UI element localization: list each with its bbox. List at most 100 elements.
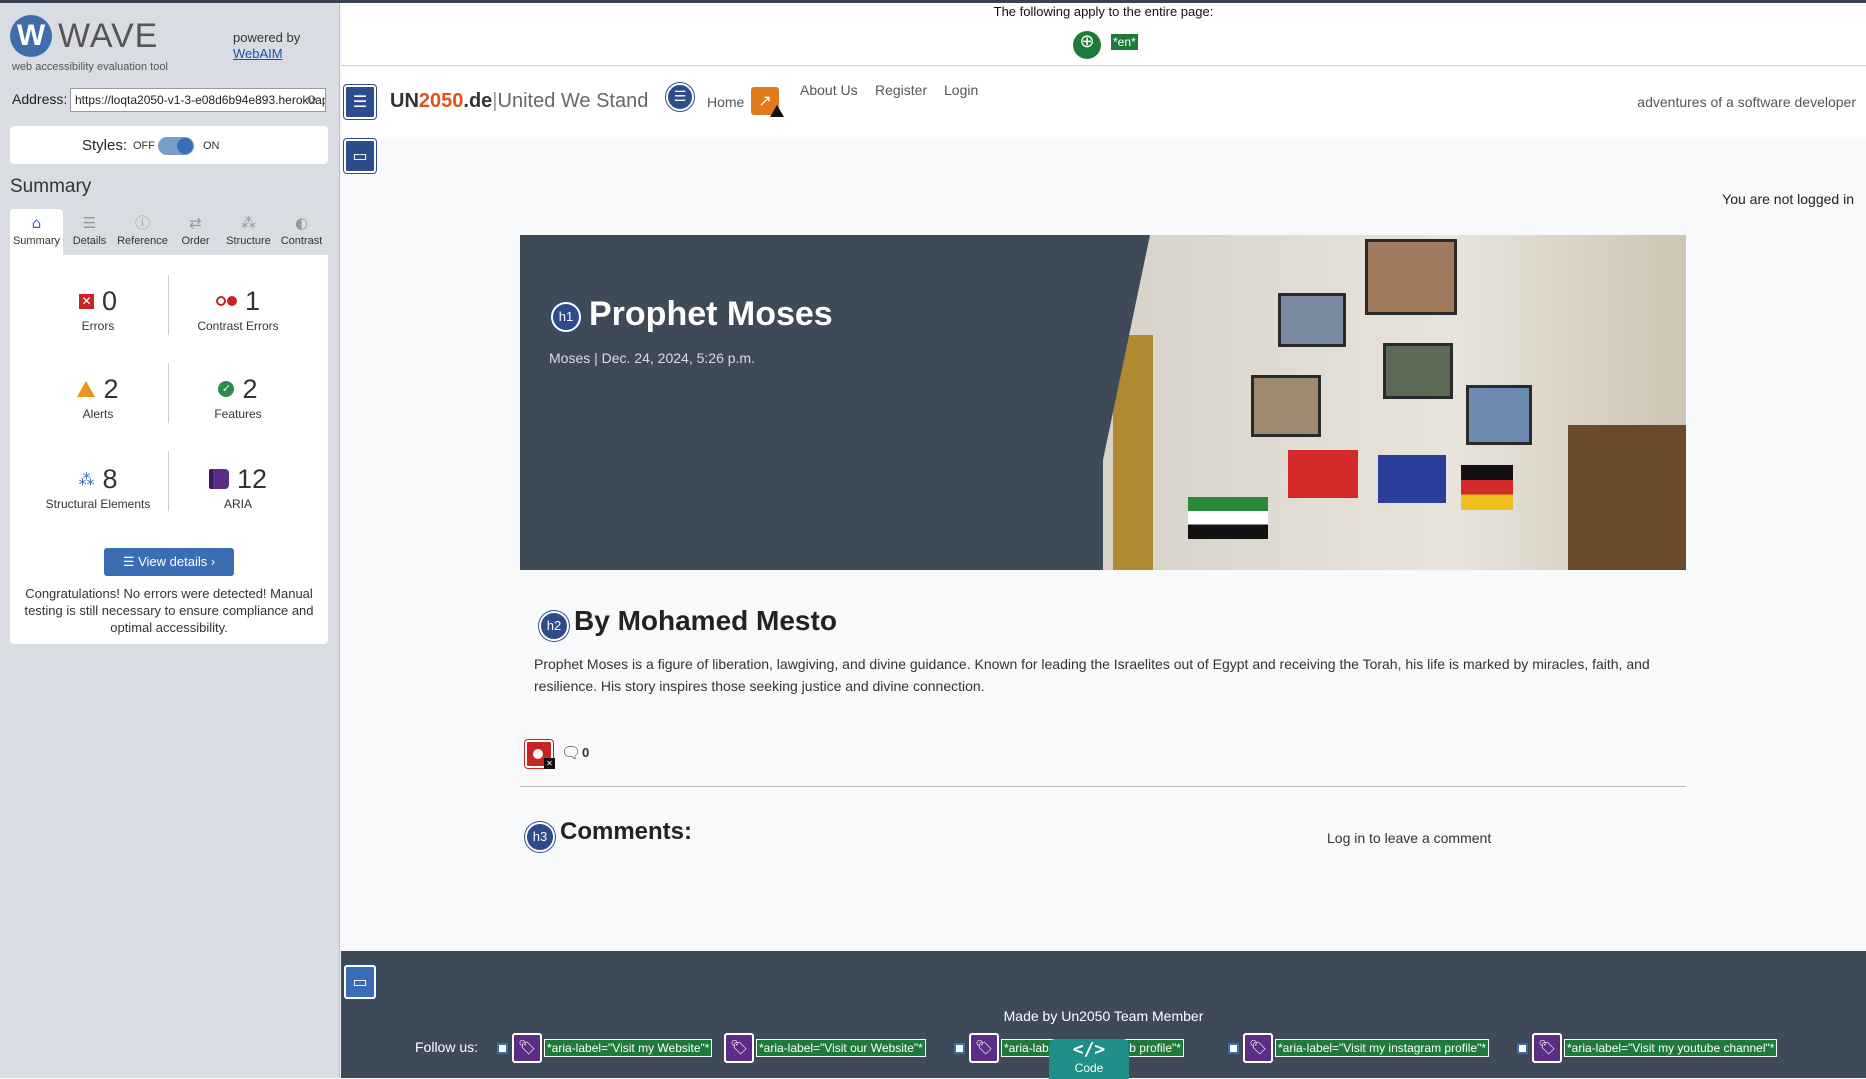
nav-register[interactable]: Register bbox=[875, 82, 927, 98]
wave-tabs: ⌂ Summary ☰ Details ⓘ Reference ⇄ Order ⁂ Str… bbox=[10, 209, 328, 255]
stat-value: 0 bbox=[101, 285, 118, 316]
styles-off-label: OFF bbox=[133, 140, 155, 152]
alert-icon bbox=[770, 105, 784, 117]
login-to-comment-link[interactable]: Log in to leave a comment bbox=[1327, 830, 1491, 846]
follow-us-label: Follow us: bbox=[415, 1039, 479, 1055]
frame-image bbox=[1383, 343, 1453, 399]
social-link-youtube[interactable]: 🏷 *aria-label="Visit my youtube channel"… bbox=[1517, 1031, 1778, 1065]
stat-errors[interactable]: ✕ 0 Errors bbox=[28, 285, 168, 333]
heading-h2-icon[interactable]: h2 bbox=[539, 611, 569, 641]
code-icon: </> bbox=[1072, 1039, 1106, 1060]
link-icon bbox=[1228, 1042, 1239, 1054]
tab-details[interactable]: ☰ Details bbox=[63, 209, 116, 255]
brand-de: .de bbox=[463, 90, 493, 112]
styles-toggle[interactable] bbox=[158, 137, 194, 155]
heading-h1-icon[interactable]: h1 bbox=[551, 302, 581, 332]
globe-icon[interactable]: ⊕ bbox=[1073, 31, 1101, 59]
tab-structure[interactable]: ⁂ Structure bbox=[222, 209, 275, 255]
link-icon bbox=[954, 1042, 965, 1054]
stat-label: Alerts bbox=[82, 407, 114, 421]
stat-features[interactable]: ✓ 2 Features bbox=[168, 373, 308, 422]
view-details-button[interactable]: ☰ View details › bbox=[104, 548, 234, 576]
aria-label-badge: *aria-label="Visit my youtube channel"* bbox=[1564, 1039, 1778, 1057]
stat-aria[interactable]: 12 ARIA bbox=[168, 463, 308, 511]
contrast-error-icon bbox=[215, 296, 237, 306]
divider bbox=[520, 786, 1686, 787]
stat-value: 8 bbox=[102, 463, 118, 494]
structure-icon: ⁂ bbox=[78, 469, 95, 489]
brand-num: 2050 bbox=[418, 90, 464, 112]
social-link-website[interactable]: 🏷 *aria-label="Visit my Website"* bbox=[497, 1031, 713, 1065]
page-info-text: The following apply to the entire page: bbox=[993, 4, 1214, 19]
stat-value: 1 bbox=[244, 285, 261, 316]
frame-image bbox=[1466, 385, 1532, 445]
hero-banner: h1 Prophet Moses Moses | Dec. 24, 2024, … bbox=[520, 235, 1686, 570]
info-icon: ⓘ bbox=[134, 214, 150, 232]
shelf-image bbox=[1568, 425, 1686, 570]
tab-label: Structure bbox=[226, 235, 271, 247]
flag-image bbox=[1461, 465, 1513, 510]
wave-title: WAVE bbox=[58, 17, 159, 55]
toggle-knob bbox=[177, 138, 193, 154]
tag-icon: 🏷 bbox=[1243, 1033, 1273, 1063]
stat-contrast-errors[interactable]: 1 Contrast Errors bbox=[168, 285, 308, 334]
address-input[interactable]: https://loqta2050-v1-3-e08d6b94e893.hero… bbox=[70, 88, 326, 112]
list-icon: ☰ bbox=[122, 554, 139, 569]
tab-label: Order bbox=[181, 235, 210, 247]
evaluated-page: The following apply to the entire page: … bbox=[341, 3, 1866, 1079]
tag-icon: 🏷 bbox=[969, 1033, 999, 1063]
styles-label: Styles: bbox=[82, 137, 128, 154]
webaim-link[interactable]: WebAIM bbox=[233, 46, 283, 61]
congratulations-message: Congratulations! No errors were detected… bbox=[24, 586, 314, 635]
address-label: Address: bbox=[12, 91, 68, 107]
frame-image bbox=[1278, 293, 1346, 347]
aria-label-badge: *aria-label="Visit my instagram profile"… bbox=[1275, 1039, 1490, 1057]
nav-home[interactable]: Home bbox=[707, 94, 744, 110]
stat-label: ARIA bbox=[223, 497, 252, 511]
stat-value: 2 bbox=[242, 373, 258, 404]
code-label: Code bbox=[1074, 1061, 1104, 1075]
nav-list-icon[interactable]: ☰ bbox=[666, 83, 694, 111]
brand-un: UN bbox=[390, 90, 419, 112]
stat-structural[interactable]: ⁂ 8 Structural Elements bbox=[28, 463, 168, 512]
list-icon: ☰ bbox=[82, 214, 97, 232]
tab-reference[interactable]: ⓘ Reference bbox=[116, 209, 169, 255]
tab-summary[interactable]: ⌂ Summary bbox=[10, 209, 63, 255]
alert-icon bbox=[77, 381, 96, 397]
main-region-icon[interactable]: ▭ bbox=[344, 139, 376, 173]
code-button[interactable]: </> Code bbox=[1049, 1039, 1129, 1079]
frame-image bbox=[1365, 239, 1457, 315]
site-brand[interactable]: UN2050.de|United We Stand bbox=[390, 90, 648, 113]
tab-contrast[interactable]: ◐ Contrast bbox=[275, 209, 328, 255]
stat-value: 2 bbox=[103, 373, 119, 404]
comment-count: 0 bbox=[582, 745, 590, 760]
stat-alerts[interactable]: 2 Alerts bbox=[28, 373, 168, 421]
aria-icon bbox=[208, 469, 229, 489]
tab-order[interactable]: ⇄ Order bbox=[169, 209, 222, 255]
brand-tagline: United We Stand bbox=[497, 90, 649, 112]
stat-label: Errors bbox=[81, 319, 115, 333]
stat-label: Structural Elements bbox=[45, 497, 151, 511]
comment-icon[interactable]: 🗨 bbox=[561, 743, 581, 762]
structure-icon: ⁂ bbox=[241, 214, 256, 232]
flag-image bbox=[1188, 497, 1268, 539]
tag-icon: 🏷 bbox=[1532, 1033, 1562, 1063]
tab-label: Contrast bbox=[280, 235, 323, 247]
post-meta: Moses | Dec. 24, 2024, 5:26 p.m. bbox=[549, 350, 755, 366]
order-icon: ⇄ bbox=[189, 214, 202, 232]
tab-label: Details bbox=[72, 235, 107, 247]
social-link-instagram[interactable]: 🏷 *aria-label="Visit my instagram profil… bbox=[1228, 1031, 1490, 1065]
social-link-our-website[interactable]: 🏷 *aria-label="Visit our Website"* bbox=[724, 1031, 926, 1065]
nav-about[interactable]: About Us bbox=[800, 82, 858, 98]
link-icon bbox=[497, 1042, 508, 1054]
language-badge: *en* bbox=[1111, 34, 1138, 50]
styles-on-label: ON bbox=[203, 140, 220, 152]
powered-by-label: powered by bbox=[233, 30, 301, 45]
reload-icon[interactable]: ⟳ bbox=[307, 93, 318, 108]
list-marker-icon[interactable]: ☰ bbox=[344, 85, 376, 119]
article-body: Prophet Moses is a figure of liberation,… bbox=[534, 656, 1650, 694]
footer-region-icon[interactable]: ▭ bbox=[344, 965, 376, 999]
heading-h3-icon[interactable]: h3 bbox=[525, 822, 555, 852]
nav-login[interactable]: Login bbox=[944, 82, 978, 98]
comments-heading: Comments: bbox=[560, 818, 693, 845]
